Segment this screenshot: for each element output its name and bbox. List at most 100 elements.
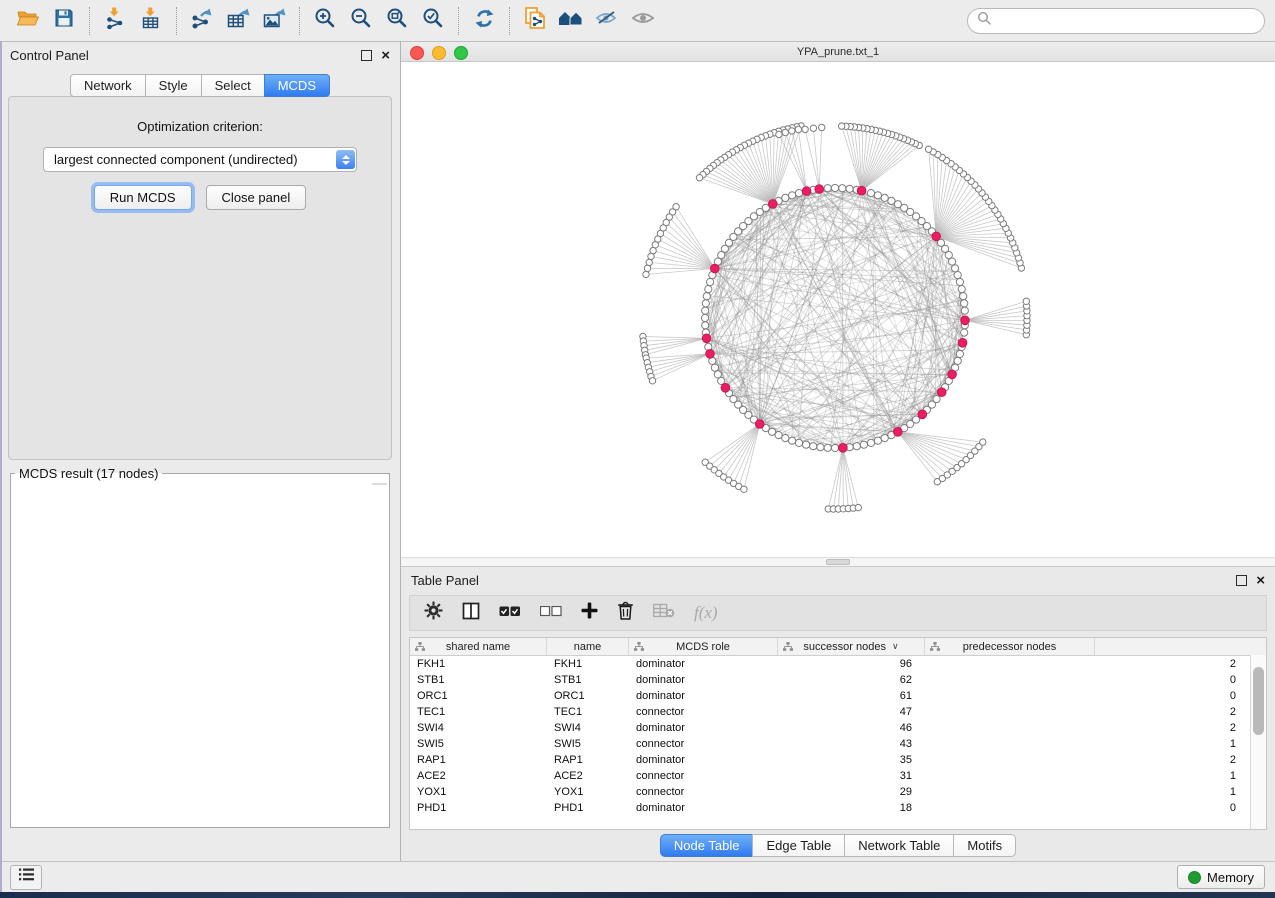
graph-node[interactable]	[961, 307, 968, 314]
deselect-all-rows-button[interactable]	[540, 604, 562, 622]
graph-node[interactable]	[881, 435, 888, 442]
graph-hub-node[interactable]	[711, 264, 720, 273]
graph-node[interactable]	[817, 444, 824, 451]
graph-hub-node[interactable]	[937, 388, 946, 397]
graph-node[interactable]	[867, 190, 874, 197]
tab-mcds[interactable]: MCDS	[264, 74, 330, 97]
column-header-predecessor-nodes[interactable]: predecessor nodes	[925, 638, 1095, 655]
table-settings-button[interactable]	[424, 601, 443, 625]
graph-node[interactable]	[956, 350, 963, 357]
table-cell[interactable]: dominator	[629, 754, 778, 766]
table-cell[interactable]: 96	[778, 658, 925, 670]
column-header-name[interactable]: name	[547, 638, 629, 655]
tab-style[interactable]: Style	[145, 74, 202, 97]
table-cell[interactable]: ORC1	[410, 690, 547, 702]
graph-hub-node[interactable]	[918, 410, 927, 419]
graph-node[interactable]	[705, 286, 712, 293]
table-cell[interactable]: 1	[925, 770, 1266, 782]
close-panel-icon[interactable]: ×	[381, 51, 390, 60]
network-canvas[interactable]	[401, 62, 1275, 557]
graph-hub-node[interactable]	[839, 444, 848, 453]
graph-hub-node[interactable]	[961, 316, 970, 325]
graph-node[interactable]	[810, 443, 817, 450]
graph-leaf-node[interactable]	[644, 265, 650, 271]
window-maximize-traffic-light[interactable]	[454, 46, 468, 60]
table-cell[interactable]: SWI5	[410, 738, 547, 750]
table-cell[interactable]: FKH1	[547, 658, 629, 670]
table-row[interactable]: FKH1FKH1dominator962	[410, 656, 1266, 672]
table-cell[interactable]: TEC1	[410, 706, 547, 718]
show-all-button[interactable]	[625, 6, 661, 36]
table-cell[interactable]: 31	[778, 770, 925, 782]
graph-hub-node[interactable]	[755, 420, 764, 429]
graph-node[interactable]	[874, 437, 881, 444]
graph-node[interactable]	[775, 432, 782, 439]
graph-node[interactable]	[874, 192, 881, 199]
graph-node[interactable]	[860, 441, 867, 448]
table-cell[interactable]: 18	[778, 802, 925, 814]
table-row[interactable]: TEC1TEC1connector472	[410, 704, 1266, 720]
graph-node[interactable]	[853, 443, 860, 450]
hide-selected-button[interactable]	[589, 6, 625, 36]
table-cell[interactable]: 62	[778, 674, 925, 686]
import-table-button[interactable]	[133, 6, 169, 36]
graph-node[interactable]	[803, 441, 810, 448]
new-network-from-selection-button[interactable]	[517, 6, 553, 36]
table-cell[interactable]: ORC1	[547, 690, 629, 702]
graph-leaf-node[interactable]	[980, 439, 986, 445]
graph-leaf-node[interactable]	[649, 378, 655, 384]
table-cell[interactable]: ACE2	[410, 770, 547, 782]
table-cell[interactable]: 61	[778, 690, 925, 702]
graph-node[interactable]	[881, 194, 888, 201]
graph-leaf-node[interactable]	[782, 129, 788, 135]
table-cell[interactable]: connector	[629, 706, 778, 718]
table-cell[interactable]: 2	[925, 658, 1266, 670]
graph-leaf-node[interactable]	[795, 126, 801, 132]
table-cell[interactable]: TEC1	[547, 706, 629, 718]
graph-hub-node[interactable]	[769, 200, 778, 209]
table-cell[interactable]: SWI4	[410, 722, 547, 734]
table-row[interactable]: RAP1RAP1dominator352	[410, 752, 1266, 768]
tab-edge-table[interactable]: Edge Table	[752, 834, 845, 857]
network-window-titlebar[interactable]: YPA_prune.txt_1	[401, 42, 1275, 62]
graph-leaf-node[interactable]	[855, 504, 861, 510]
table-cell[interactable]: STB1	[547, 674, 629, 686]
table-cell[interactable]: 0	[925, 690, 1266, 702]
table-cell[interactable]: SWI5	[547, 738, 629, 750]
show-columns-button[interactable]	[462, 602, 480, 625]
table-cell[interactable]: PHD1	[547, 802, 629, 814]
first-neighbors-button[interactable]	[553, 6, 589, 36]
mcds-result-list[interactable]: PHD1CAR1STP4TID3YOX1SWI4SRD1PMA2FKH1ACE2…	[14, 485, 372, 487]
search-input[interactable]	[992, 12, 1255, 29]
graph-node[interactable]	[846, 185, 853, 192]
float-panel-icon[interactable]	[361, 50, 372, 61]
table-cell[interactable]: 43	[778, 738, 925, 750]
table-cell[interactable]: FKH1	[410, 658, 547, 670]
graph-node[interactable]	[961, 329, 968, 336]
graph-node[interactable]	[961, 300, 968, 307]
export-network-button[interactable]	[184, 6, 220, 36]
close-panel-icon[interactable]: ×	[1256, 576, 1265, 585]
graph-node[interactable]	[703, 293, 710, 300]
memory-status-button[interactable]: Memory	[1177, 865, 1265, 889]
graph-hub-node[interactable]	[932, 232, 941, 241]
graph-hub-node[interactable]	[706, 350, 715, 359]
sort-indicator-icon[interactable]: ∨	[892, 641, 899, 652]
tab-node-table[interactable]: Node Table	[660, 834, 754, 857]
zoom-in-button[interactable]	[307, 6, 343, 36]
table-cell[interactable]: RAP1	[547, 754, 629, 766]
graph-node[interactable]	[707, 278, 714, 285]
column-header-shared-name[interactable]: shared name	[410, 638, 547, 655]
graph-node[interactable]	[956, 278, 963, 285]
tab-select[interactable]: Select	[201, 74, 265, 97]
graph-leaf-node[interactable]	[789, 128, 795, 134]
table-cell[interactable]: YOX1	[547, 786, 629, 798]
column-header-successor-nodes[interactable]: successor nodes ∨	[778, 638, 925, 655]
select-all-rows-button[interactable]	[499, 604, 521, 622]
table-cell[interactable]: dominator	[629, 690, 778, 702]
criterion-dropdown[interactable]: largest connected component (undirected)	[43, 147, 357, 172]
table-cell[interactable]: YOX1	[410, 786, 547, 798]
table-scrollbar-thumb[interactable]	[1253, 667, 1264, 735]
graph-node[interactable]	[954, 272, 961, 279]
graph-node[interactable]	[711, 364, 718, 371]
